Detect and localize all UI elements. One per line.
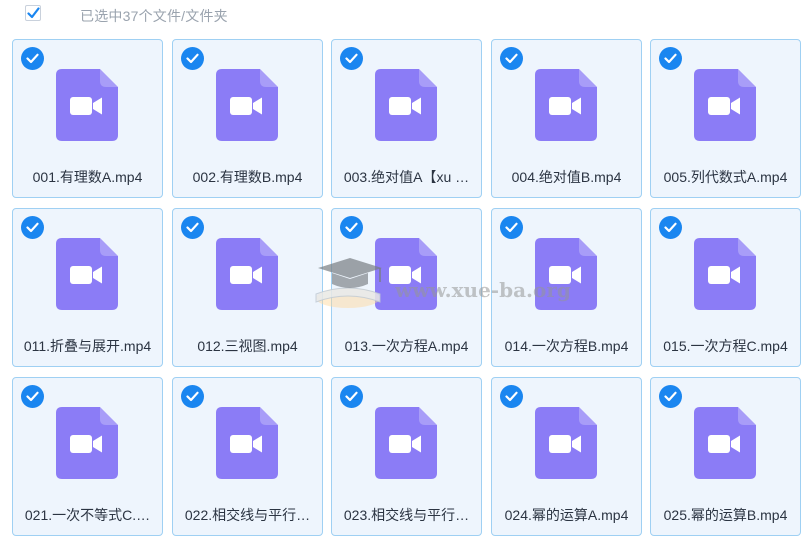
file-card[interactable]: 002.有理数B.mp4 <box>172 39 323 198</box>
file-card[interactable]: 022.相交线与平行… <box>172 377 323 536</box>
video-file-icon <box>535 407 597 479</box>
file-card[interactable]: 021.一次不等式C.… <box>12 377 163 536</box>
selected-check-icon[interactable] <box>340 216 363 239</box>
selected-check-icon[interactable] <box>500 47 523 70</box>
selected-check-icon[interactable] <box>340 385 363 408</box>
file-name-label: 011.折叠与展开.mp4 <box>23 338 152 354</box>
video-file-icon <box>216 238 278 310</box>
video-file-icon <box>535 69 597 141</box>
file-card[interactable]: 023.相交线与平行… <box>331 377 482 536</box>
file-name-label: 004.绝对值B.mp4 <box>511 169 622 185</box>
file-name-label: 005.列代数式A.mp4 <box>663 169 788 185</box>
file-name-label: 025.幂的运算B.mp4 <box>663 507 788 523</box>
file-card[interactable]: 001.有理数A.mp4 <box>12 39 163 198</box>
video-file-icon <box>216 69 278 141</box>
video-file-icon <box>216 407 278 479</box>
file-name-label: 014.一次方程B.mp4 <box>504 338 629 354</box>
file-name-label: 013.一次方程A.mp4 <box>344 338 469 354</box>
selected-check-icon[interactable] <box>659 47 682 70</box>
file-name-label: 024.幂的运算A.mp4 <box>504 507 629 523</box>
selected-check-icon[interactable] <box>21 385 44 408</box>
video-file-icon <box>375 69 437 141</box>
file-name-label: 023.相交线与平行… <box>343 507 470 523</box>
file-card[interactable]: 013.一次方程A.mp4 <box>331 208 482 367</box>
video-file-icon <box>694 69 756 141</box>
file-name-label: 015.一次方程C.mp4 <box>663 338 788 354</box>
selected-check-icon[interactable] <box>21 216 44 239</box>
file-name-label: 001.有理数A.mp4 <box>32 169 143 185</box>
file-name-label: 022.相交线与平行… <box>184 507 311 523</box>
video-file-icon <box>56 69 118 141</box>
file-name-label: 003.绝对值A【xu … <box>343 169 470 185</box>
selected-check-icon[interactable] <box>181 385 204 408</box>
file-card[interactable]: 011.折叠与展开.mp4 <box>12 208 163 367</box>
selected-check-icon[interactable] <box>659 385 682 408</box>
selection-count-label: 已选中37个文件/文件夹 <box>80 8 228 24</box>
video-file-icon <box>535 238 597 310</box>
selection-header: 已选中37个文件/文件夹 <box>0 0 807 30</box>
file-card[interactable]: 003.绝对值A【xu … <box>331 39 482 198</box>
video-file-icon <box>694 407 756 479</box>
file-name-label: 012.三视图.mp4 <box>197 338 298 354</box>
file-card[interactable]: 012.三视图.mp4 <box>172 208 323 367</box>
selected-check-icon[interactable] <box>181 216 204 239</box>
selected-check-icon[interactable] <box>500 385 523 408</box>
select-all-checkbox[interactable] <box>25 5 41 21</box>
selected-check-icon[interactable] <box>340 47 363 70</box>
selected-check-icon[interactable] <box>21 47 44 70</box>
file-card[interactable]: 024.幂的运算A.mp4 <box>491 377 642 536</box>
file-card[interactable]: 005.列代数式A.mp4 <box>650 39 801 198</box>
selected-check-icon[interactable] <box>181 47 204 70</box>
file-name-label: 021.一次不等式C.… <box>24 507 151 523</box>
file-card[interactable]: 015.一次方程C.mp4 <box>650 208 801 367</box>
video-file-icon <box>56 407 118 479</box>
selected-check-icon[interactable] <box>659 216 682 239</box>
file-card[interactable]: 014.一次方程B.mp4 <box>491 208 642 367</box>
file-browser: 已选中37个文件/文件夹 001.有理数A.mp4 002.有理数B.mp4 003… <box>0 0 807 547</box>
video-file-icon <box>694 238 756 310</box>
video-file-icon <box>56 238 118 310</box>
video-file-icon <box>375 407 437 479</box>
selected-check-icon[interactable] <box>500 216 523 239</box>
file-card[interactable]: 025.幂的运算B.mp4 <box>650 377 801 536</box>
video-file-icon <box>375 238 437 310</box>
file-card[interactable]: 004.绝对值B.mp4 <box>491 39 642 198</box>
checkmark-icon <box>27 7 40 19</box>
file-name-label: 002.有理数B.mp4 <box>192 169 303 185</box>
